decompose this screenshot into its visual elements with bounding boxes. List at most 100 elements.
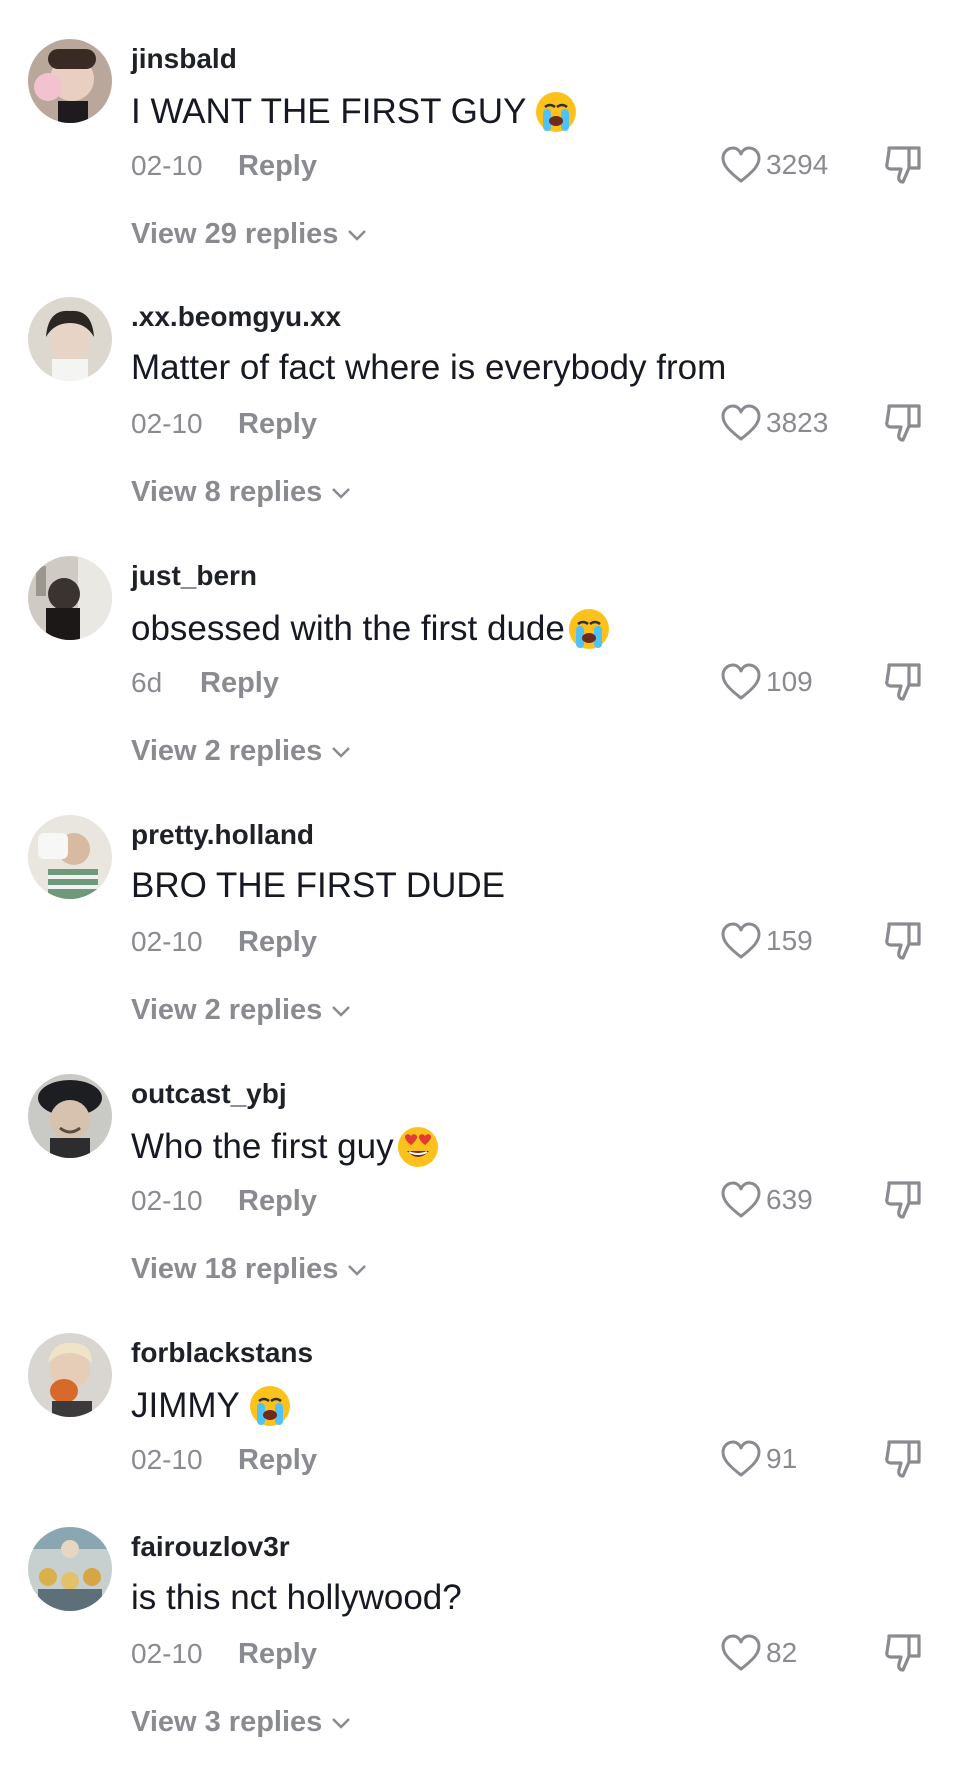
view-replies-label: View 29 replies (131, 218, 339, 250)
like-button[interactable]: 109 (720, 657, 813, 707)
heart-icon (721, 1634, 761, 1671)
view-replies-button[interactable]: View 18 replies (131, 1253, 368, 1286)
avatar[interactable] (28, 297, 112, 381)
like-count: 3294 (766, 149, 829, 180)
comment-text-body: Matter of fact where is everybody from (131, 348, 727, 387)
comment-text: BRO THE FIRST DUDE (131, 866, 505, 906)
thumbs-down-icon (885, 663, 921, 701)
chevron-down-icon (330, 486, 352, 500)
heart-icon (721, 922, 761, 959)
comment-text: obsessed with the first dude (131, 607, 611, 651)
heart-icon (721, 404, 761, 441)
comment-username[interactable]: fairouzlov3r (131, 1531, 290, 1563)
comment-text: Matter of fact where is everybody from (131, 348, 726, 388)
chevron-down-icon (346, 228, 368, 242)
comment-text-body: JIMMY (131, 1386, 240, 1425)
view-replies-label: View 2 replies (131, 994, 323, 1026)
dislike-button[interactable] (882, 400, 926, 444)
view-replies-label: View 3 replies (131, 1706, 323, 1738)
reply-button[interactable]: Reply (238, 926, 317, 959)
comment-date: 02-10 (131, 1185, 203, 1216)
avatar[interactable] (28, 39, 112, 123)
reply-button[interactable]: Reply (238, 1444, 317, 1477)
comment-username[interactable]: pretty.holland (131, 819, 314, 851)
loudly-crying-face-icon (567, 607, 611, 651)
avatar[interactable] (28, 556, 112, 640)
thumbs-down-icon (885, 1181, 921, 1219)
comment-username[interactable]: forblackstans (131, 1337, 313, 1369)
dislike-button[interactable] (882, 1630, 926, 1674)
view-replies-label: View 2 replies (131, 735, 323, 767)
comment-text-body: Who the first guy (131, 1127, 394, 1166)
thumbs-down-icon (885, 146, 921, 184)
view-replies-button[interactable]: View 8 replies (131, 476, 352, 509)
comment-date: 02-10 (131, 926, 203, 957)
reply-button[interactable]: Reply (238, 1638, 317, 1671)
comment-item: fairouzlov3r is this nct hollywood? 02-1… (0, 1488, 960, 1750)
avatar[interactable] (28, 1074, 112, 1158)
thumbs-down-icon (885, 1634, 921, 1672)
like-count: 91 (766, 1443, 798, 1474)
comment-username[interactable]: just_bern (131, 560, 257, 592)
comment-username[interactable]: .xx.beomgyu.xx (131, 301, 341, 333)
like-button[interactable]: 3294 (720, 140, 828, 190)
like-count: 159 (766, 925, 813, 956)
comment-text-body: obsessed with the first dude (131, 609, 565, 648)
view-replies-button[interactable]: View 2 replies (131, 735, 352, 768)
comment-username[interactable]: jinsbald (131, 43, 237, 75)
comment-item: jinsbald I WANT THE FIRST GUY 02-10 Repl… (0, 0, 960, 262)
reply-button[interactable]: Reply (238, 408, 317, 441)
like-count: 3823 (766, 407, 829, 438)
like-button[interactable]: 3823 (720, 398, 828, 448)
like-button[interactable]: 639 (720, 1175, 813, 1225)
avatar[interactable] (28, 1527, 112, 1611)
avatar[interactable] (28, 815, 112, 899)
dislike-button[interactable] (882, 659, 926, 703)
comment-item: .xx.beomgyu.xx Matter of fact where is e… (0, 258, 960, 520)
view-replies-button[interactable]: View 2 replies (131, 994, 352, 1027)
chevron-down-icon (330, 745, 352, 759)
loudly-crying-face-icon (248, 1384, 292, 1428)
dislike-button[interactable] (882, 142, 926, 186)
heart-icon (721, 1440, 761, 1477)
comment-item: outcast_ybj Who the first guy 02-10 Repl… (0, 1035, 960, 1297)
reply-button[interactable]: Reply (238, 150, 317, 183)
comment-item: pretty.holland BRO THE FIRST DUDE 02-10 … (0, 776, 960, 1038)
like-count: 109 (766, 666, 813, 697)
comment-date: 02-10 (131, 150, 203, 181)
like-count: 82 (766, 1637, 798, 1668)
dislike-button[interactable] (882, 1436, 926, 1480)
reply-button[interactable]: Reply (200, 667, 279, 700)
heart-icon (721, 146, 761, 183)
like-button[interactable]: 159 (720, 916, 813, 966)
loudly-crying-face-icon (534, 90, 578, 134)
comment-text-body: is this nct hollywood? (131, 1578, 462, 1617)
comment-text-body: BRO THE FIRST DUDE (131, 866, 506, 905)
comment-username[interactable]: outcast_ybj (131, 1078, 287, 1110)
chevron-down-icon (330, 1004, 352, 1018)
dislike-button[interactable] (882, 1177, 926, 1221)
heart-icon (721, 663, 761, 700)
comment-date: 02-10 (131, 1638, 203, 1669)
view-replies-button[interactable]: View 3 replies (131, 1706, 352, 1739)
comment-text-body: I WANT THE FIRST GUY (131, 92, 527, 131)
thumbs-down-icon (885, 404, 921, 442)
like-button[interactable]: 91 (720, 1434, 797, 1484)
dislike-button[interactable] (882, 918, 926, 962)
reply-button[interactable]: Reply (238, 1185, 317, 1218)
comment-item: just_bern obsessed with the first dude 6… (0, 517, 960, 779)
comment-item: forblackstans JIMMY 02-10 Reply 91 (0, 1294, 960, 1488)
comment-date: 02-10 (131, 1444, 203, 1475)
comment-list: jinsbald I WANT THE FIRST GUY 02-10 Repl… (0, 0, 960, 1780)
chevron-down-icon (346, 1263, 368, 1277)
like-button[interactable]: 82 (720, 1628, 797, 1678)
view-replies-label: View 18 replies (131, 1253, 339, 1285)
comment-date: 6d (131, 667, 163, 698)
comment-text: JIMMY (131, 1384, 292, 1428)
thumbs-down-icon (885, 1440, 921, 1478)
avatar[interactable] (28, 1333, 112, 1417)
view-replies-button[interactable]: View 29 replies (131, 218, 368, 251)
like-count: 639 (766, 1184, 813, 1215)
heart-icon (721, 1181, 761, 1218)
comment-text: I WANT THE FIRST GUY (131, 90, 578, 134)
